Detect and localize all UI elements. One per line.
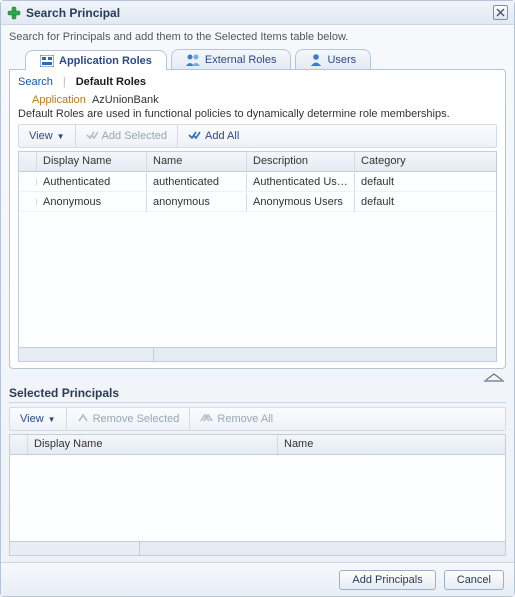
view-label: View	[20, 413, 44, 425]
chevron-up-icon	[484, 372, 504, 382]
select-column	[10, 435, 28, 454]
tabs: Application Roles External Roles Users	[9, 49, 506, 69]
close-icon	[496, 8, 505, 17]
col-display-name[interactable]: Display Name	[28, 435, 278, 454]
tab-label: Users	[327, 54, 356, 66]
col-display-name[interactable]: Display Name	[37, 152, 147, 171]
collapse-button[interactable]	[484, 369, 506, 382]
table-header: Display Name Name Description Category	[19, 152, 496, 172]
subtab-search[interactable]: Search	[18, 76, 53, 88]
external-roles-icon	[186, 53, 200, 66]
application-line: Application AzUnionBank	[32, 94, 497, 106]
remove-icon	[77, 413, 89, 426]
description-text: Default Roles are used in functional pol…	[18, 108, 497, 120]
application-value: AzUnionBank	[92, 94, 159, 106]
add-principals-button[interactable]: Add Principals	[339, 570, 435, 590]
view-menu[interactable]: View ▼	[19, 125, 76, 147]
select-column	[19, 152, 37, 171]
instruction-text: Search for Principals and add them to th…	[9, 31, 506, 43]
col-category[interactable]: Category	[355, 152, 496, 171]
add-all-button[interactable]: Add All	[178, 125, 249, 147]
view-menu-lower[interactable]: View ▼	[10, 408, 67, 430]
chevron-down-icon: ▼	[48, 415, 56, 424]
double-check-icon	[188, 130, 201, 143]
remove-all-icon	[200, 413, 213, 426]
subtab-separator: |	[63, 76, 66, 88]
remove-selected-label: Remove Selected	[93, 413, 180, 425]
tab-label: External Roles	[205, 54, 277, 66]
check-icon	[86, 130, 98, 143]
add-all-label: Add All	[205, 130, 239, 142]
table-body: Authenticated authenticated Authenticate…	[19, 172, 496, 347]
users-icon	[310, 53, 322, 66]
remove-selected-button[interactable]: Remove Selected	[67, 408, 191, 430]
table-row[interactable]: Authenticated authenticated Authenticate…	[19, 172, 496, 192]
table-body	[10, 455, 505, 541]
add-selected-label: Add Selected	[102, 130, 167, 142]
add-icon	[7, 6, 21, 20]
table-row[interactable]: Anonymous anonymous Anonymous Users defa…	[19, 192, 496, 212]
subtab-default-roles[interactable]: Default Roles	[76, 76, 146, 88]
dialog-title: Search Principal	[26, 6, 120, 20]
col-name[interactable]: Name	[147, 152, 247, 171]
tab-application-roles[interactable]: Application Roles	[25, 50, 167, 70]
cancel-button[interactable]: Cancel	[444, 570, 504, 590]
tab-users[interactable]: Users	[295, 49, 371, 69]
close-button[interactable]	[493, 5, 508, 20]
scroll-strip-lower	[9, 542, 506, 556]
separator	[9, 402, 506, 403]
footer: Add Principals Cancel	[1, 562, 514, 596]
remove-all-button[interactable]: Remove All	[190, 408, 283, 430]
dialog: Search Principal Search for Principals a…	[0, 0, 515, 597]
app-roles-icon	[40, 55, 54, 67]
selected-title: Selected Principals	[9, 386, 506, 400]
roles-table: Display Name Name Description Category A…	[18, 151, 497, 348]
tab-external-roles[interactable]: External Roles	[171, 49, 292, 69]
chevron-down-icon: ▼	[57, 132, 65, 141]
tab-label: Application Roles	[59, 55, 152, 67]
scroll-strip	[18, 348, 497, 362]
titlebar: Search Principal	[1, 1, 514, 25]
table-header: Display Name Name	[10, 435, 505, 455]
subtabs: Search | Default Roles	[18, 76, 497, 88]
toolbar-lower: View ▼ Remove Selected Remove All	[9, 407, 506, 431]
col-description[interactable]: Description	[247, 152, 355, 171]
col-name[interactable]: Name	[278, 435, 505, 454]
application-label: Application	[32, 94, 86, 106]
view-label: View	[29, 130, 53, 142]
selected-table: Display Name Name	[9, 434, 506, 542]
add-selected-button[interactable]: Add Selected	[76, 125, 178, 147]
remove-all-label: Remove All	[217, 413, 273, 425]
toolbar-upper: View ▼ Add Selected Add All	[18, 124, 497, 148]
tabpanel: Search | Default Roles Application AzUni…	[9, 69, 506, 369]
